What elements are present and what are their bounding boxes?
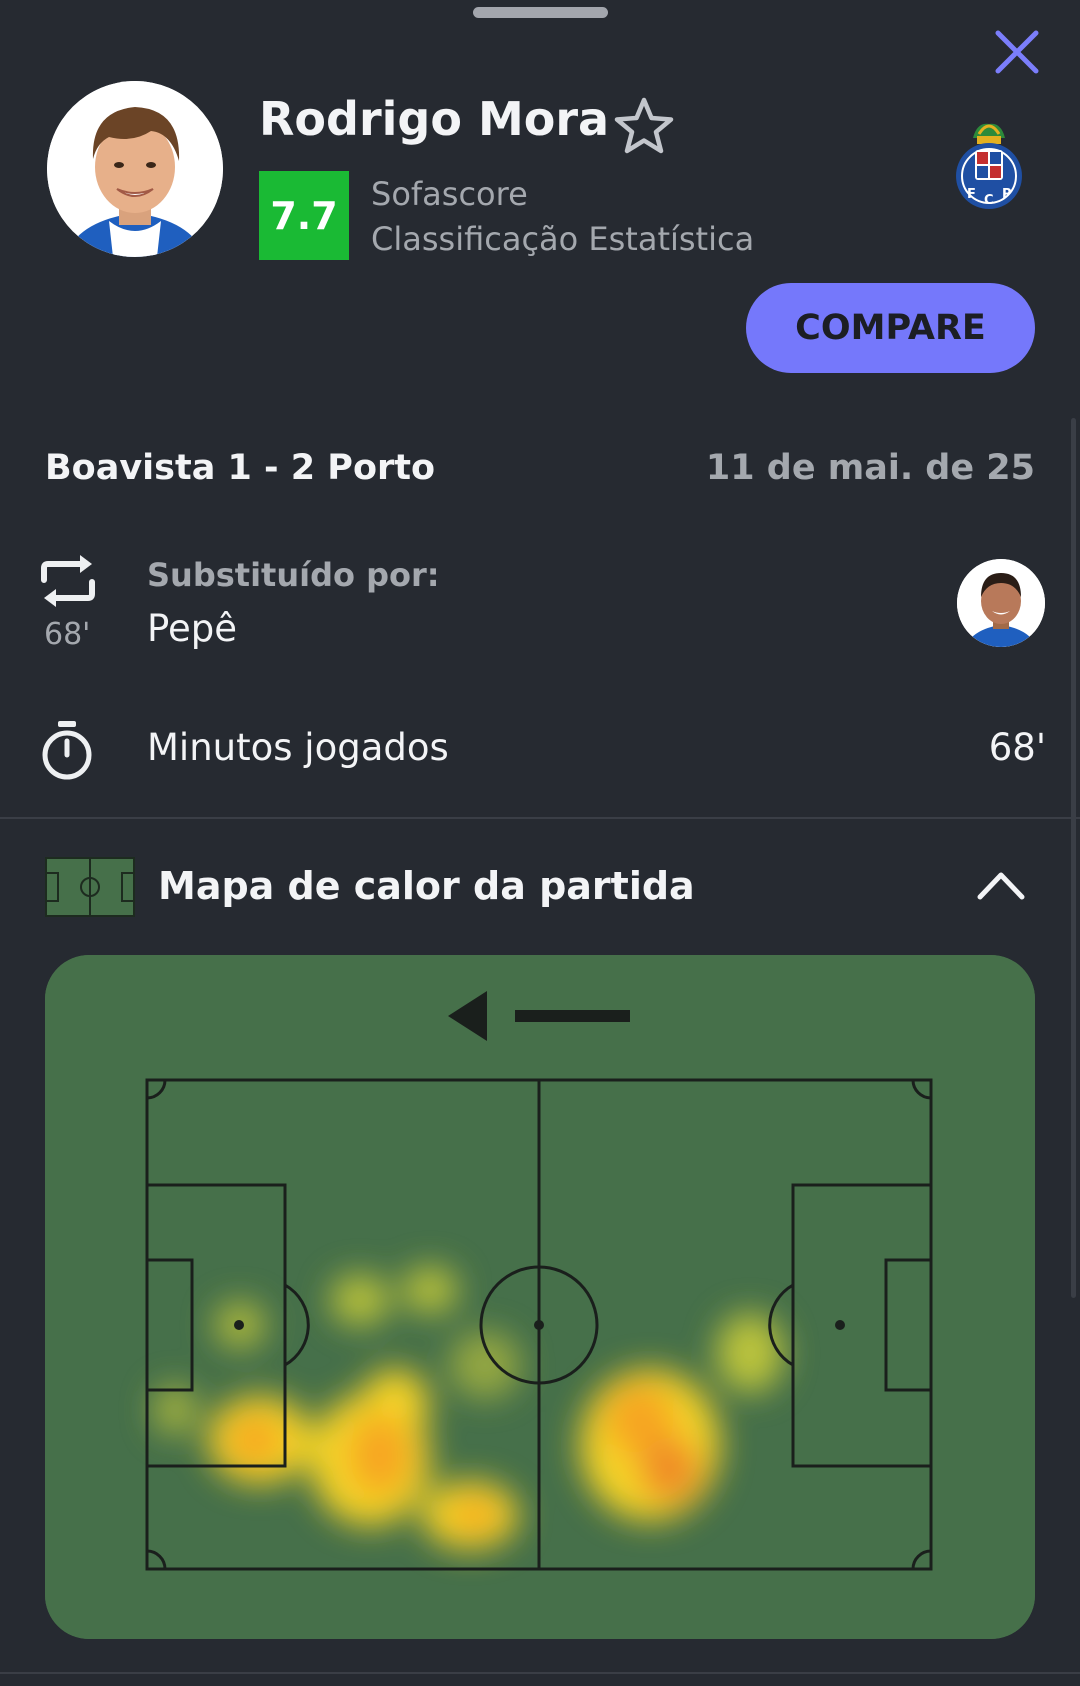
favorite-button[interactable] bbox=[612, 95, 676, 157]
drag-handle[interactable] bbox=[473, 7, 608, 18]
heatmap-title: Mapa de calor da partida bbox=[158, 864, 695, 908]
minutes-played-label: Minutos jogados bbox=[147, 726, 449, 769]
rating-label: Sofascore Classificação Estatística bbox=[371, 172, 754, 262]
svg-text:P: P bbox=[1002, 187, 1012, 202]
rating-badge: 7.7 bbox=[259, 171, 349, 260]
heatmap-card bbox=[45, 955, 1035, 1639]
compare-button[interactable]: COMPARE bbox=[746, 283, 1035, 373]
close-icon bbox=[995, 30, 1039, 74]
pitch-icon bbox=[45, 857, 135, 917]
svg-text:F: F bbox=[967, 187, 976, 202]
substitution-label: Substituído por: bbox=[147, 556, 440, 594]
section-divider bbox=[0, 817, 1080, 819]
substitution-icon bbox=[38, 552, 98, 610]
match-title[interactable]: Boavista 1 - 2 Porto bbox=[45, 448, 435, 488]
section-divider-bottom bbox=[0, 1672, 1080, 1674]
substitute-player-avatar[interactable] bbox=[957, 559, 1045, 647]
rating-label-line2: Classificação Estatística bbox=[371, 220, 755, 258]
stopwatch-icon bbox=[38, 719, 96, 781]
match-date: 11 de mai. de 25 bbox=[705, 448, 1035, 488]
scrollbar[interactable] bbox=[1071, 418, 1076, 1298]
rating-label-line1: Sofascore bbox=[371, 175, 528, 213]
close-button[interactable] bbox=[990, 25, 1044, 79]
team-logo[interactable]: F C P bbox=[953, 114, 1025, 212]
collapse-heatmap-button[interactable] bbox=[975, 865, 1027, 905]
heatmap-pitch bbox=[45, 955, 1035, 1639]
player-avatar bbox=[47, 81, 223, 257]
star-outline-icon bbox=[614, 97, 674, 154]
chevron-up-icon bbox=[977, 872, 1025, 900]
substitute-player-name[interactable]: Pepê bbox=[147, 607, 237, 650]
minutes-played-value: 68' bbox=[988, 726, 1046, 769]
svg-text:C: C bbox=[984, 193, 994, 208]
substitution-minute: 68' bbox=[44, 617, 91, 652]
player-name: Rodrigo Mora bbox=[259, 92, 610, 146]
